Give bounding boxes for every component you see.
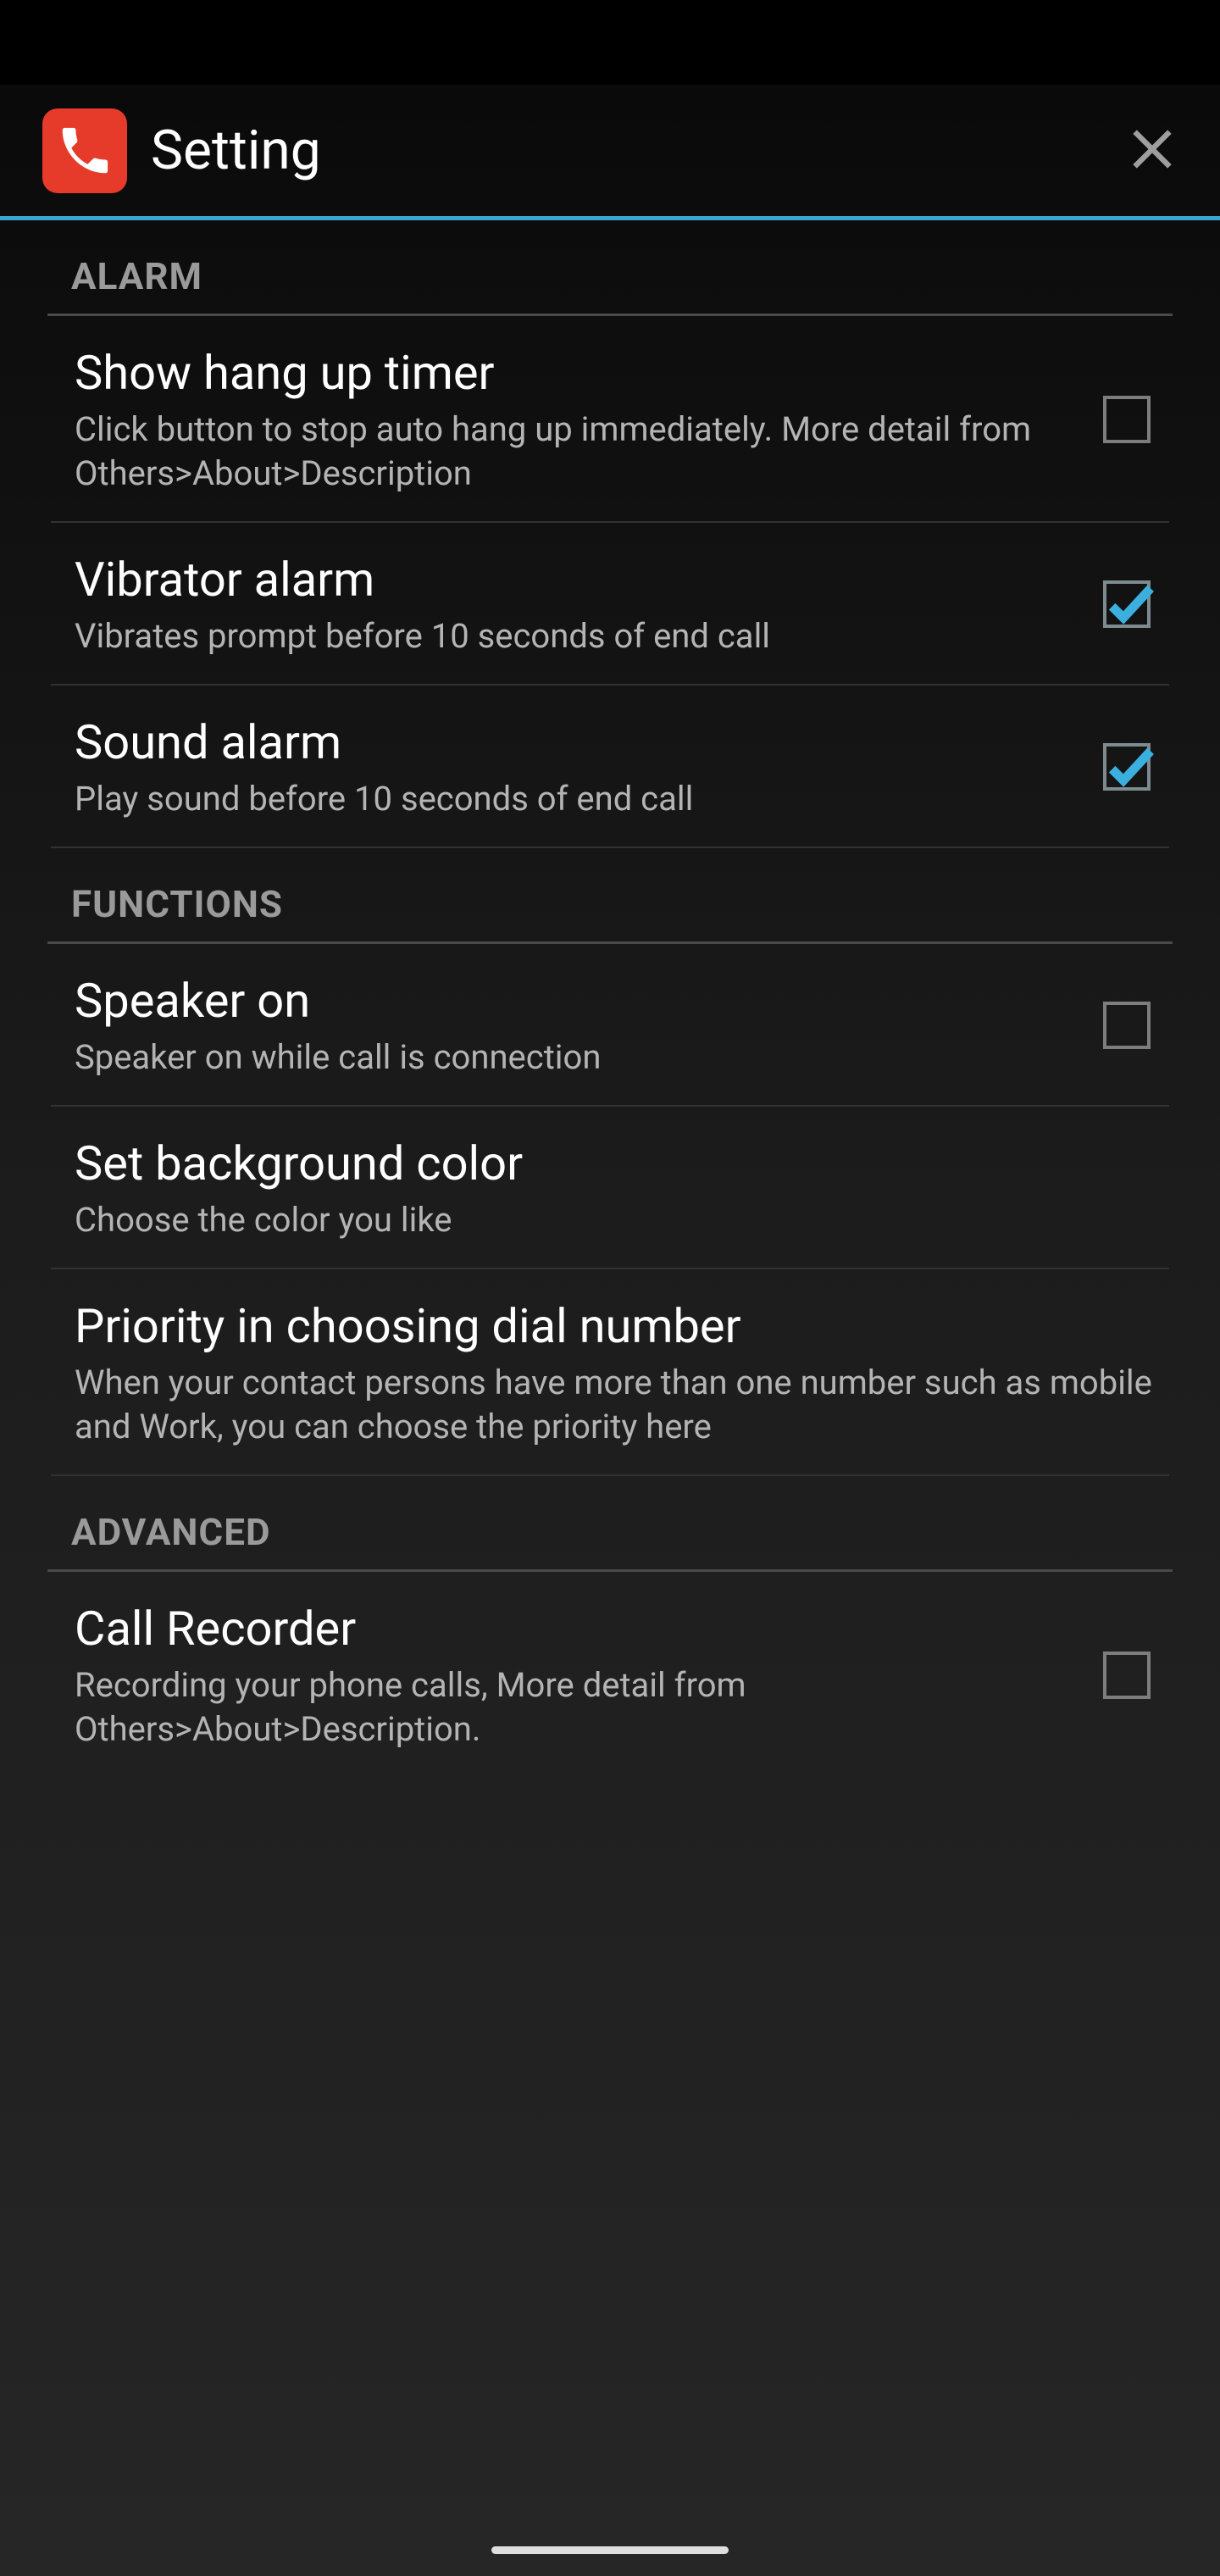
titlebar: Setting [0, 85, 1220, 220]
row-title: Show hang up timer [75, 343, 1068, 402]
status-bar [0, 0, 1220, 85]
home-indicator[interactable] [491, 2546, 729, 2554]
checkbox-call-recorder[interactable] [1103, 1652, 1151, 1699]
row-title: Speaker on [75, 971, 1068, 1030]
row-subtitle: Play sound before 10 seconds of end call [75, 777, 1068, 821]
row-title: Set background color [75, 1134, 1152, 1193]
row-vibrator-alarm[interactable]: Vibrator alarm Vibrates prompt before 10… [51, 523, 1169, 686]
row-subtitle: When your contact persons have more than… [75, 1361, 1152, 1449]
row-title: Priority in choosing dial number [75, 1296, 1152, 1356]
row-subtitle: Vibrates prompt before 10 seconds of end… [75, 614, 1068, 658]
row-subtitle: Speaker on while call is connection [75, 1035, 1068, 1080]
close-button[interactable] [1118, 117, 1186, 185]
checkbox-sound-alarm[interactable] [1103, 743, 1151, 791]
section-header-functions: FUNCTIONS [47, 848, 1173, 944]
row-set-background-color[interactable]: Set background color Choose the color yo… [51, 1107, 1169, 1269]
row-subtitle: Recording your phone calls, More detail … [75, 1663, 1068, 1752]
row-title: Sound alarm [75, 713, 1068, 772]
row-sound-alarm[interactable]: Sound alarm Play sound before 10 seconds… [51, 686, 1169, 848]
close-icon [1123, 119, 1182, 182]
row-speaker-on[interactable]: Speaker on Speaker on while call is conn… [51, 944, 1169, 1107]
checkbox-speaker-on[interactable] [1103, 1002, 1151, 1049]
row-call-recorder[interactable]: Call Recorder Recording your phone calls… [51, 1572, 1169, 1777]
row-subtitle: Click button to stop auto hang up immedi… [75, 408, 1068, 496]
settings-page: Setting ALARM Show hang up timer Click b… [0, 85, 1220, 2576]
row-priority-dial-number[interactable]: Priority in choosing dial number When yo… [51, 1269, 1169, 1476]
checkbox-vibrator-alarm[interactable] [1103, 580, 1151, 628]
row-subtitle: Choose the color you like [75, 1198, 1152, 1242]
page-title: Setting [151, 119, 1118, 182]
row-show-hang-up-timer[interactable]: Show hang up timer Click button to stop … [51, 316, 1169, 523]
phone-icon [42, 108, 127, 193]
checkbox-show-hang-up-timer[interactable] [1103, 396, 1151, 443]
settings-list: ALARM Show hang up timer Click button to… [0, 220, 1220, 1777]
row-title: Vibrator alarm [75, 550, 1068, 609]
row-title: Call Recorder [75, 1599, 1068, 1658]
section-header-alarm: ALARM [47, 220, 1173, 316]
section-header-advanced: ADVANCED [47, 1476, 1173, 1572]
